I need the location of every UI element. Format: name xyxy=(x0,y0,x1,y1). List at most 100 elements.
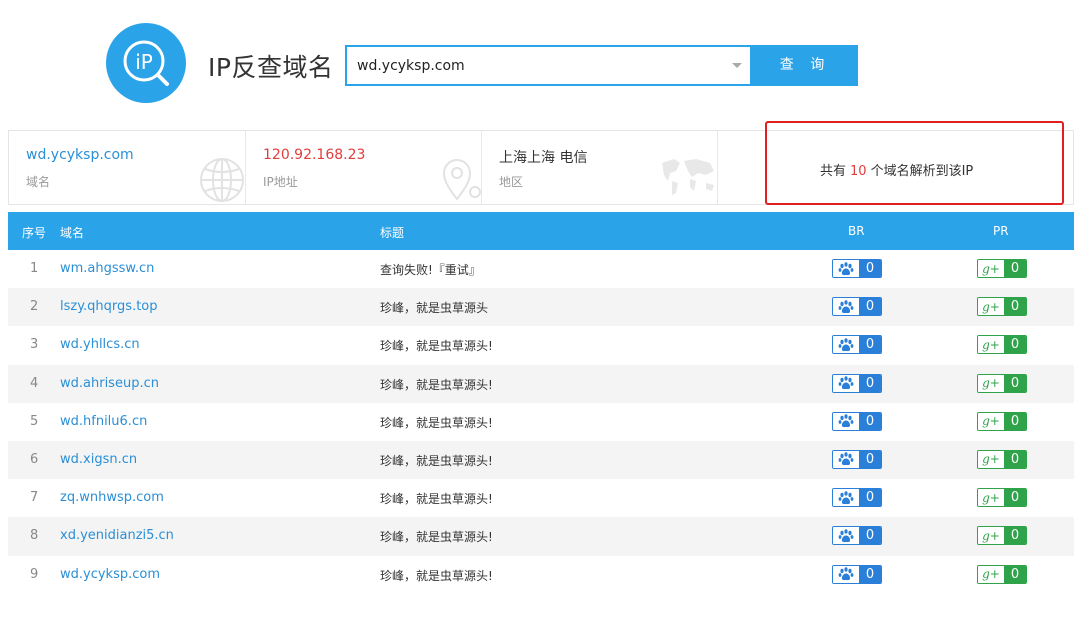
row-index: 4 xyxy=(30,375,39,391)
br-badge[interactable]: 0 xyxy=(832,449,882,469)
br-badge[interactable]: 0 xyxy=(832,259,882,278)
pr-value: 0 xyxy=(1004,298,1026,316)
pr-value: 0 xyxy=(1004,260,1026,277)
row-index: 2 xyxy=(30,299,39,315)
search-input[interactable] xyxy=(357,47,717,84)
row-index: 5 xyxy=(30,413,39,429)
baidu-paw-icon xyxy=(833,298,859,316)
br-badge[interactable]: 0 xyxy=(832,335,882,355)
row-domain-link[interactable]: xd.yenidianzi5.cn xyxy=(60,528,174,543)
pr-value: 0 xyxy=(1004,412,1026,430)
pr-value: 0 xyxy=(1004,527,1026,545)
table-row: 7 zq.wnhwsp.com 珍峰，就是虫草源头! 0 g+ 0 xyxy=(8,479,1074,517)
br-badge[interactable]: 0 xyxy=(832,564,882,584)
pr-badge[interactable]: g+ 0 xyxy=(977,373,1027,393)
row-title: 珍峰，就是虫草源头! xyxy=(380,415,493,430)
search-button[interactable]: 查 询 xyxy=(752,45,858,86)
google-plus-glyph: g+ xyxy=(982,414,1000,429)
br-badge[interactable]: 0 xyxy=(832,411,882,431)
domain-card: wd.ycyksp.com 域名 xyxy=(9,131,246,204)
row-title: 珍峰，就是虫草源头! xyxy=(380,453,493,468)
google-plus-glyph: g+ xyxy=(982,490,1000,505)
pr-badge[interactable]: g+ 0 xyxy=(977,297,1027,317)
baidu-paw-icon xyxy=(833,374,859,392)
table-row: 1 wm.ahgssw.cn 查询失败!『重试』 0 g+ 0 xyxy=(8,250,1074,288)
row-domain-link[interactable]: lszy.qhqrgs.top xyxy=(60,299,158,314)
table-row: 8 xd.yenidianzi5.cn 珍峰，就是虫草源头! 0 g+ 0 xyxy=(8,517,1074,556)
pr-badge[interactable]: g+ 0 xyxy=(977,488,1027,508)
table-row: 9 wd.ycyksp.com 珍峰，就是虫草源头! 0 g+ 0 xyxy=(8,556,1074,594)
row-domain-link[interactable]: wd.yhllcs.cn xyxy=(60,337,140,352)
br-badge[interactable]: 0 xyxy=(832,526,882,546)
row-title: 珍峰，就是虫草源头! xyxy=(380,492,493,507)
pr-badge[interactable]: g+ 0 xyxy=(977,335,1027,355)
br-value: 0 xyxy=(859,336,881,354)
row-index: 3 xyxy=(30,337,39,353)
pr-badge[interactable]: g+ 0 xyxy=(977,564,1027,584)
row-index: 7 xyxy=(30,490,39,506)
globe-icon xyxy=(200,158,244,202)
region-card: 上海上海 电信 地区 xyxy=(482,131,718,204)
row-index: 1 xyxy=(30,261,39,276)
ip-value: 120.92.168.23 xyxy=(263,147,366,163)
header-index: 序号 xyxy=(22,226,47,240)
table-row: 5 wd.hfnilu6.cn 珍峰，就是虫草源头! 0 g+ 0 xyxy=(8,403,1074,441)
row-domain-link[interactable]: wd.xigsn.cn xyxy=(60,452,137,467)
google-plus-icon: g+ xyxy=(978,450,1004,468)
baidu-paw-icon xyxy=(833,412,859,430)
row-domain-link[interactable]: wd.hfnilu6.cn xyxy=(60,414,147,429)
row-title: 珍峰，就是虫草源头! xyxy=(380,568,493,583)
baidu-paw-icon xyxy=(833,565,859,583)
search-box[interactable] xyxy=(345,45,752,86)
dropdown-caret-icon[interactable] xyxy=(732,63,742,68)
google-plus-glyph: g+ xyxy=(982,261,1000,276)
table-row: 4 wd.ahriseup.cn 珍峰，就是虫草源头! 0 g+ 0 xyxy=(8,364,1074,403)
row-domain-link[interactable]: wm.ahgssw.cn xyxy=(60,261,154,276)
row-index: 8 xyxy=(30,528,39,544)
pr-value: 0 xyxy=(1004,565,1026,583)
br-value: 0 xyxy=(859,565,881,583)
table-row: 6 wd.xigsn.cn 珍峰，就是虫草源头! 0 g+ 0 xyxy=(8,440,1074,480)
world-map-icon xyxy=(662,159,714,195)
google-plus-icon: g+ xyxy=(978,374,1004,392)
baidu-paw-icon xyxy=(833,260,859,277)
pr-badge[interactable]: g+ 0 xyxy=(977,411,1027,431)
br-badge[interactable]: 0 xyxy=(832,488,882,508)
row-domain-link[interactable]: wd.ahriseup.cn xyxy=(60,376,159,391)
domain-value[interactable]: wd.ycyksp.com xyxy=(26,147,134,163)
ip-label: IP地址 xyxy=(263,175,298,189)
google-plus-glyph: g+ xyxy=(982,376,1000,391)
baidu-paw-icon xyxy=(833,336,859,354)
header-br: BR xyxy=(848,224,865,238)
br-badge[interactable]: 0 xyxy=(832,297,882,317)
pr-badge[interactable]: g+ 0 xyxy=(977,259,1027,278)
baidu-paw-icon xyxy=(833,527,859,545)
row-title: 珍峰，就是虫草源头! xyxy=(380,339,493,354)
table-header: 序号 域名 标题 BR PR xyxy=(8,212,1074,250)
br-value: 0 xyxy=(859,489,881,507)
row-domain-link[interactable]: wd.ycyksp.com xyxy=(60,567,160,582)
ip-logo-icon: iP xyxy=(106,23,186,103)
row-domain-link[interactable]: zq.wnhwsp.com xyxy=(60,490,164,505)
header-pr: PR xyxy=(993,224,1009,238)
br-value: 0 xyxy=(859,298,881,316)
region-value: 上海上海 电信 xyxy=(499,150,588,166)
row-title: 珍峰，就是虫草源头! xyxy=(380,530,493,545)
br-value: 0 xyxy=(859,260,881,277)
domain-table: 序号 域名 标题 BR PR 1 wm.ahgssw.cn 查询失败!『重试』 xyxy=(8,212,1074,594)
google-plus-glyph: g+ xyxy=(982,452,1000,467)
table-body: 1 wm.ahgssw.cn 查询失败!『重试』 0 g+ 0 2 lszy.q… xyxy=(8,250,1074,594)
pr-badge[interactable]: g+ 0 xyxy=(977,526,1027,546)
pr-badge[interactable]: g+ 0 xyxy=(977,449,1027,469)
row-title: 查询失败!『重试』 xyxy=(380,263,481,277)
google-plus-glyph: g+ xyxy=(982,337,1000,352)
row-title: 珍峰，就是虫草源头 xyxy=(380,301,489,316)
location-pin-icon xyxy=(442,159,481,201)
domain-label: 域名 xyxy=(26,175,51,189)
google-plus-icon: g+ xyxy=(978,489,1004,507)
google-plus-glyph: g+ xyxy=(982,528,1000,543)
region-label: 地区 xyxy=(499,175,524,189)
br-badge[interactable]: 0 xyxy=(832,373,882,393)
google-plus-glyph: g+ xyxy=(982,299,1000,314)
google-plus-icon: g+ xyxy=(978,336,1004,354)
